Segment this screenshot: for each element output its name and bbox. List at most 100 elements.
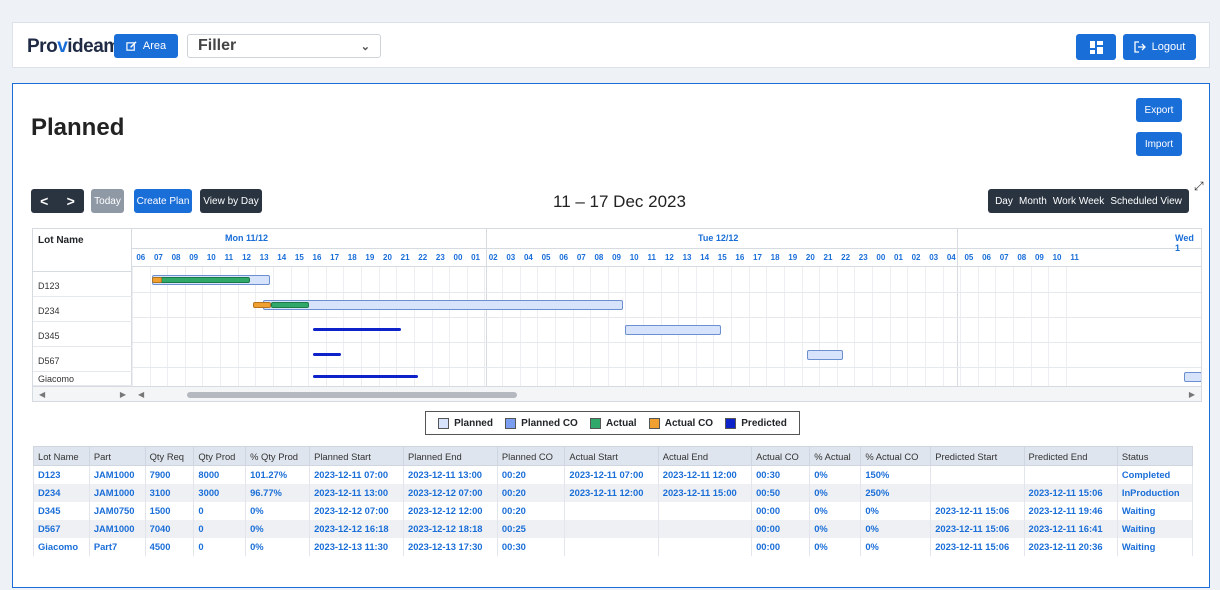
hour-grid-line xyxy=(1048,267,1050,386)
column-header[interactable]: Qty Req xyxy=(144,446,195,466)
legend-label: Planned xyxy=(454,417,493,429)
actual-co-bar[interactable] xyxy=(152,277,162,283)
view-month-button[interactable]: Month xyxy=(1019,196,1047,207)
column-header[interactable]: Qty Prod xyxy=(193,446,247,466)
hour-grid-line xyxy=(748,267,750,386)
hour-label: 23 xyxy=(858,253,868,262)
hour-label: 06 xyxy=(982,253,991,262)
table-cell: 2023-12-11 19:46 xyxy=(1023,501,1118,520)
predicted-bar[interactable] xyxy=(313,353,341,356)
hour-grid-line xyxy=(413,267,415,386)
table-cell: 2023-12-11 15:06 xyxy=(1023,483,1118,502)
view-scheduled-button[interactable]: Scheduled View xyxy=(1110,196,1182,207)
resource-scrollbar[interactable]: ◀ ▶ xyxy=(33,386,132,401)
today-button[interactable]: Today xyxy=(91,189,124,213)
column-header[interactable]: Predicted Start xyxy=(930,446,1025,466)
actual-bar[interactable] xyxy=(271,302,309,308)
hour-label: 17 xyxy=(330,253,340,262)
actual-bar[interactable] xyxy=(160,277,250,283)
hour-label: 08 xyxy=(594,253,604,262)
next-button[interactable]: > xyxy=(67,193,75,209)
table-row[interactable]: D567 JAM1000 7040 0 0% 2023-12-12 16:18 2023-1… xyxy=(33,519,1194,538)
hour-label: 14 xyxy=(277,253,287,262)
predicted-bar[interactable] xyxy=(313,328,401,331)
scroll-left-icon[interactable]: ◀ xyxy=(39,390,45,399)
predicted-bar[interactable] xyxy=(313,375,418,378)
hour-label: 11 xyxy=(1070,253,1079,262)
create-plan-button[interactable]: Create Plan xyxy=(134,189,192,213)
area-button[interactable]: Area xyxy=(114,34,178,58)
table-row[interactable]: D123 JAM1000 7900 8000 101.27% 2023-12-11 07:… xyxy=(33,465,1194,484)
planned-bar[interactable] xyxy=(807,350,843,360)
export-button[interactable]: Export xyxy=(1136,98,1182,122)
planned-bar[interactable] xyxy=(1184,372,1201,382)
area-select[interactable]: Filler ⌄ xyxy=(187,34,381,58)
column-header[interactable]: Predicted End xyxy=(1023,446,1118,466)
table-cell: 8000 xyxy=(193,465,247,484)
hour-label: 07 xyxy=(999,253,1009,262)
logout-icon xyxy=(1134,41,1146,53)
column-header[interactable]: % Qty Prod xyxy=(245,446,311,466)
column-header[interactable]: Actual End xyxy=(657,446,753,466)
import-button[interactable]: Import xyxy=(1136,132,1182,156)
table-cell xyxy=(1023,465,1118,484)
table-cell: D234 xyxy=(33,483,90,502)
table-row[interactable]: D234 JAM1000 3100 3000 96.77% 2023-12-11 13:0… xyxy=(33,483,1194,502)
column-header[interactable]: % Actual CO xyxy=(860,446,932,466)
hour-label: 01 xyxy=(471,253,481,262)
gantt-chart: Lot Name D123 D234 D345 D567 Giacomo ◀ ▶ … xyxy=(32,228,1202,402)
table-cell xyxy=(657,501,753,520)
hour-grid-line xyxy=(783,267,785,386)
main-panel: Planned Export Import < > Today Create P… xyxy=(12,83,1210,588)
table-cell: 2023-12-12 12:00 xyxy=(402,501,498,520)
table-cell: 2023-12-11 12:00 xyxy=(657,465,753,484)
expand-icon[interactable]: ⤢ xyxy=(1194,179,1204,194)
column-header[interactable]: Planned Start xyxy=(309,446,404,466)
scroll-thumb[interactable] xyxy=(187,392,517,398)
hour-label: 09 xyxy=(612,253,621,262)
chevron-down-icon: ⌄ xyxy=(360,40,370,53)
hour-grid-line xyxy=(308,267,310,386)
column-header[interactable]: Actual CO xyxy=(751,446,811,466)
table-cell: 0% xyxy=(809,465,862,484)
column-header[interactable]: % Actual xyxy=(809,446,862,466)
timeline-scrollbar[interactable]: ◀ ▶ xyxy=(132,386,1201,401)
planned-bar[interactable] xyxy=(625,325,721,335)
table-cell: 00:00 xyxy=(751,519,811,538)
column-header[interactable]: Actual Start xyxy=(564,446,659,466)
view-work-week-button[interactable]: Work Week xyxy=(1053,196,1104,207)
view-day-button[interactable]: Day xyxy=(995,196,1013,207)
table-cell: 2023-12-11 12:00 xyxy=(564,483,659,502)
hour-label: 15 xyxy=(717,253,727,262)
gantt-row-label: D123 xyxy=(33,272,132,297)
column-header[interactable]: Planned End xyxy=(402,446,498,466)
scroll-right-icon[interactable]: ▶ xyxy=(1189,390,1195,399)
column-header[interactable]: Status xyxy=(1116,446,1194,466)
column-header[interactable]: Part xyxy=(88,446,146,466)
scroll-left-icon[interactable]: ◀ xyxy=(138,390,144,399)
legend-swatch xyxy=(590,417,602,429)
table-cell: 7900 xyxy=(144,465,195,484)
hour-label: 00 xyxy=(453,253,463,262)
table-cell: JAM0750 xyxy=(88,501,146,520)
dashboard-grid-button[interactable] xyxy=(1076,34,1116,60)
gantt-row-label: Giacomo xyxy=(33,372,132,386)
provideam-logo[interactable]: Provideam xyxy=(27,36,120,58)
table-cell: 2023-12-11 15:00 xyxy=(657,483,753,502)
hour-grid-line xyxy=(590,267,592,386)
hour-label: 02 xyxy=(488,253,498,262)
column-header[interactable]: Planned CO xyxy=(496,446,566,466)
table-cell: 00:20 xyxy=(496,465,566,484)
logout-button[interactable]: Logout xyxy=(1123,34,1196,60)
table-cell: 2023-12-11 15:06 xyxy=(930,519,1025,538)
actual-co-bar[interactable] xyxy=(253,302,271,308)
hour-label: 06 xyxy=(559,253,569,262)
column-header[interactable]: Lot Name xyxy=(33,446,90,466)
table-row[interactable]: D345 JAM0750 1500 0 0% 2023-12-12 07:00 2023-1… xyxy=(33,501,1194,520)
prev-button[interactable]: < xyxy=(40,193,48,209)
view-by-day-button[interactable]: View by Day xyxy=(200,189,262,213)
table-row[interactable]: Giacomo Part7 4500 0 0% 2023-12-13 11:30 2023-… xyxy=(33,537,1194,556)
scroll-right-icon[interactable]: ▶ xyxy=(120,390,126,399)
hour-grid-line xyxy=(872,267,874,386)
planned-bar[interactable] xyxy=(263,300,623,310)
